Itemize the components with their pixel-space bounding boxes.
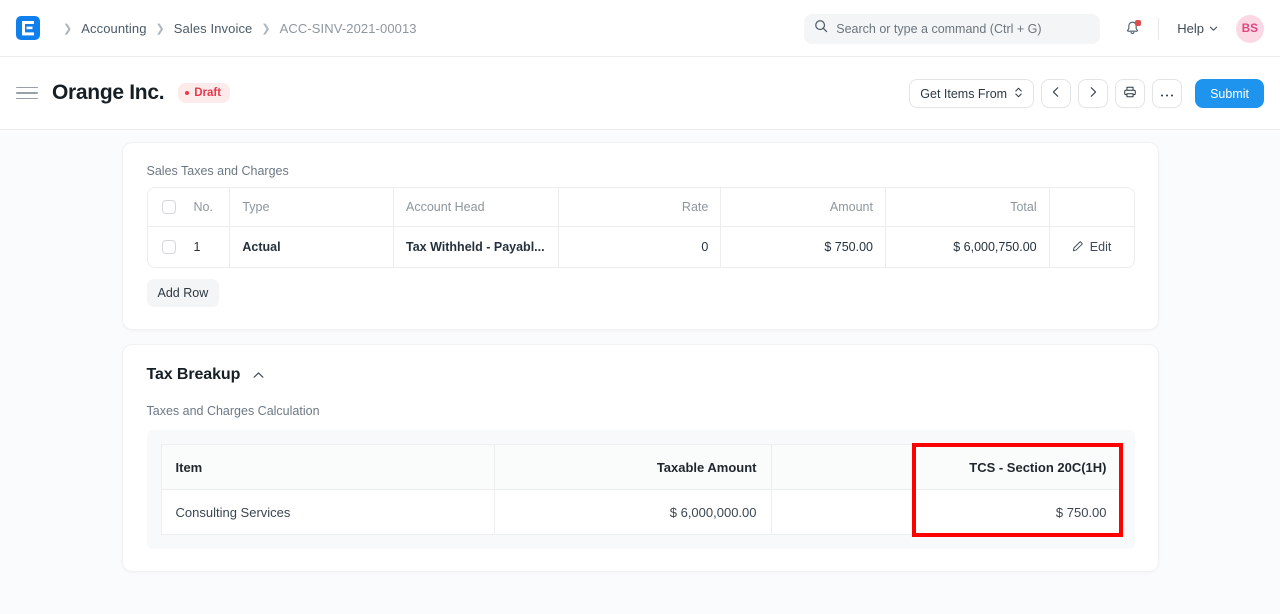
add-row-button[interactable]: Add Row [147, 279, 220, 307]
help-label: Help [1177, 21, 1204, 36]
grid-header-cell-actions [1050, 188, 1134, 226]
ellipsis-icon [1160, 87, 1174, 101]
navbar-right-group: Help BS [804, 0, 1264, 57]
grid-header-cell-type: Type [230, 188, 394, 226]
column-header-taxable-amount: Taxable Amount [494, 445, 771, 490]
navbar-divider [1158, 18, 1159, 40]
status-badge-label: Draft [194, 87, 221, 99]
select-all-checkbox[interactable] [162, 200, 176, 214]
grid-header-row: No. Type Account Head Rate Amount Total [148, 188, 1134, 227]
prev-document-button[interactable] [1041, 79, 1071, 108]
taxes-calculation-label: Taxes and Charges Calculation [147, 404, 1134, 418]
sales-taxes-section-label: Sales Taxes and Charges [147, 164, 1134, 178]
sales-taxes-grid: No. Type Account Head Rate Amount Total … [147, 187, 1135, 268]
more-actions-button[interactable] [1152, 79, 1182, 108]
tax-breakup-card: Tax Breakup Taxes and Charges Calculatio… [122, 344, 1159, 572]
chevron-right-icon [1087, 86, 1099, 101]
tax-breakup-table: Item Taxable Amount TCS - Section 20C(1H… [161, 444, 1122, 535]
breadcrumb-item-sales-invoice[interactable]: Sales Invoice [174, 21, 253, 36]
amount-value: $ 750.00 [824, 240, 873, 254]
grid-cell-type[interactable]: Actual [230, 227, 394, 267]
cell-tcs-amount: $ 750.00 [914, 490, 1121, 535]
row-checkbox[interactable] [162, 240, 176, 254]
edit-label: Edit [1090, 240, 1112, 254]
tax-breakup-header-row: Item Taxable Amount TCS - Section 20C(1H… [161, 445, 1121, 490]
get-items-from-button[interactable]: Get Items From [909, 79, 1034, 108]
printer-icon [1123, 85, 1137, 102]
grid-cell-account-head[interactable]: Tax Withheld - Payabl... [394, 227, 559, 267]
status-dot-icon [185, 91, 189, 95]
page-title: Orange Inc. [52, 81, 164, 105]
page-header-actions: Get Items From [909, 57, 1264, 130]
cell-taxable-amount: $ 6,000,000.00 [494, 490, 771, 535]
chevron-down-icon [1209, 21, 1218, 36]
chevron-up-icon[interactable] [252, 369, 265, 382]
erpnext-logo-icon[interactable] [16, 16, 40, 40]
grid-cell-amount[interactable]: $ 750.00 [721, 227, 886, 267]
submit-button[interactable]: Submit [1195, 79, 1264, 108]
pencil-icon [1072, 240, 1084, 255]
chevron-left-icon [1050, 86, 1062, 101]
column-header-blank [771, 445, 914, 490]
get-items-from-label: Get Items From [920, 87, 1007, 101]
page-header: Orange Inc. Draft Get Items From [0, 57, 1280, 130]
chevron-updown-icon [1014, 86, 1023, 102]
grid-header-cell-account-head: Account Head [394, 188, 559, 226]
column-header-item: Item [161, 445, 494, 490]
breadcrumb-separator: ❯ [63, 22, 72, 35]
hamburger-menu-icon[interactable] [16, 82, 38, 104]
notification-badge-dot [1135, 20, 1141, 26]
avatar[interactable]: BS [1236, 15, 1264, 43]
search-input[interactable] [836, 22, 1090, 36]
table-row: Consulting Services $ 6,000,000.00 $ 750… [161, 490, 1121, 535]
grid-header-cell-rate: Rate [559, 188, 722, 226]
edit-row-button[interactable]: Edit [1050, 227, 1134, 267]
total-value: $ 6,000,750.00 [953, 240, 1036, 254]
breadcrumb-separator: ❯ [261, 22, 270, 35]
sales-taxes-card: Sales Taxes and Charges No. Type Account… [122, 142, 1159, 330]
page-body: Sales Taxes and Charges No. Type Account… [0, 130, 1280, 614]
row-index-label: 1 [194, 240, 201, 254]
status-badge: Draft [178, 83, 230, 103]
column-label-no: No. [194, 200, 213, 214]
tax-breakup-header: Tax Breakup [147, 366, 1134, 384]
tax-breakup-table-wrapper: Item Taxable Amount TCS - Section 20C(1H… [147, 430, 1135, 549]
grid-header-cell-no: No. [148, 188, 231, 226]
rate-value: 0 [701, 240, 708, 254]
table-row[interactable]: 1 Actual Tax Withheld - Payabl... 0 $ 75… [148, 227, 1134, 267]
help-menu-button[interactable]: Help [1171, 17, 1224, 40]
grid-cell-total[interactable]: $ 6,000,750.00 [886, 227, 1050, 267]
breadcrumb-separator: ❯ [156, 22, 165, 35]
breadcrumb-item-accounting[interactable]: Accounting [81, 21, 146, 36]
tax-breakup-title: Tax Breakup [147, 366, 241, 384]
grid-header-cell-amount: Amount [721, 188, 886, 226]
cell-blank [771, 490, 914, 535]
search-icon [814, 19, 828, 38]
print-button[interactable] [1115, 79, 1145, 108]
breadcrumb: ❯ Accounting ❯ Sales Invoice ❯ ACC-SINV-… [54, 21, 417, 36]
grid-cell-rate[interactable]: 0 [559, 227, 722, 267]
grid-header-cell-total: Total [886, 188, 1050, 226]
breadcrumb-item-current-doc: ACC-SINV-2021-00013 [280, 21, 417, 36]
top-navbar: ❯ Accounting ❯ Sales Invoice ❯ ACC-SINV-… [0, 0, 1280, 57]
next-document-button[interactable] [1078, 79, 1108, 108]
notifications-button[interactable] [1118, 15, 1146, 43]
search-bar[interactable] [804, 14, 1100, 44]
grid-cell-no: 1 [148, 227, 231, 267]
cell-item-name: Consulting Services [161, 490, 494, 535]
column-header-tcs-section: TCS - Section 20C(1H) [914, 445, 1121, 490]
